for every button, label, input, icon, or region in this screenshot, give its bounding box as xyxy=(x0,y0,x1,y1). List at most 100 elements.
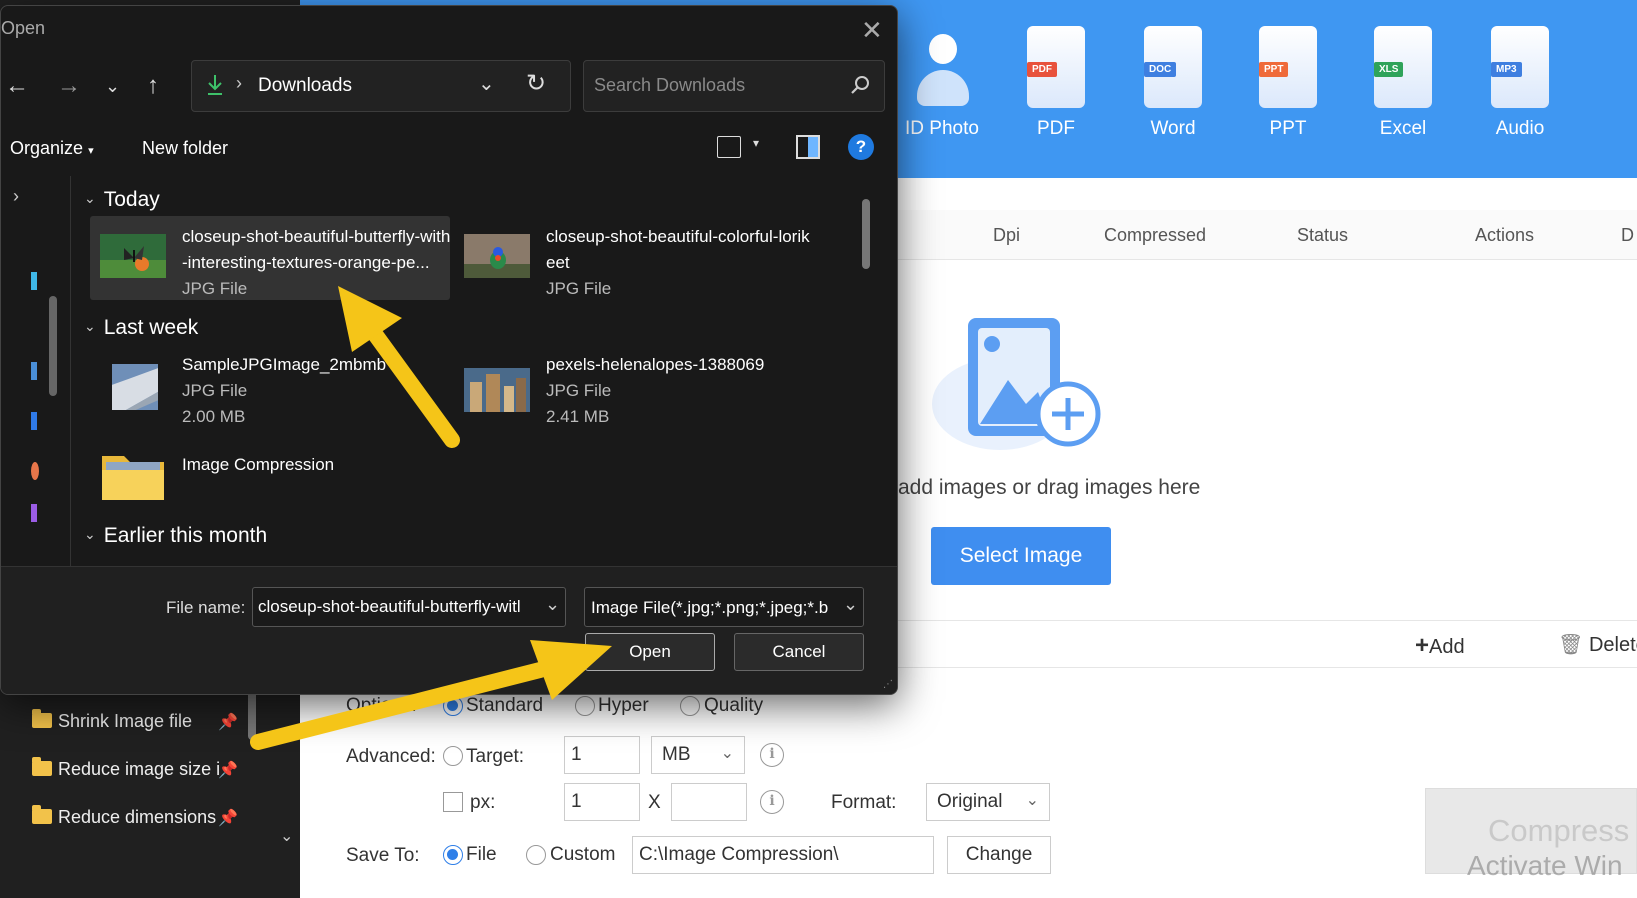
file-name-input[interactable] xyxy=(258,597,538,617)
change-view-icon[interactable] xyxy=(717,136,741,158)
tool-excel[interactable]: XLS Excel xyxy=(1348,26,1458,140)
folder-name: Image Compression xyxy=(182,455,335,474)
address-location[interactable]: Downloads xyxy=(258,75,352,97)
cancel-button[interactable]: Cancel xyxy=(734,633,864,671)
refresh-icon[interactable]: ↻ xyxy=(526,69,546,98)
add-button[interactable]: +Add xyxy=(1415,632,1465,660)
format-select[interactable]: Original ⌄ xyxy=(926,783,1050,821)
new-folder-button[interactable]: New folder xyxy=(142,138,228,159)
px-height-input[interactable] xyxy=(671,783,747,821)
folder-item[interactable]: Image Compression xyxy=(90,444,450,514)
navigation-pane: › xyxy=(1,176,71,566)
id-photo-icon xyxy=(913,26,971,108)
file-size: 2.41 MB xyxy=(546,407,610,426)
nav-item-icon[interactable] xyxy=(31,362,37,380)
standard-label: Standard xyxy=(466,695,544,716)
group-header-earlier-this-month[interactable]: ⌄ Earlier this month xyxy=(84,524,267,548)
select-image-button[interactable]: Select Image xyxy=(931,527,1111,585)
file-name-label: File name: xyxy=(166,598,246,617)
wing-thumbnail xyxy=(112,364,158,410)
file-name: SampleJPGImage_2mbmb JPG File 2.00 MB xyxy=(182,352,452,430)
quick-access-label: Reduce dimensions xyxy=(58,807,217,827)
unit-select[interactable]: MB ⌄ xyxy=(651,736,745,774)
file-item[interactable]: SampleJPGImage_2mbmb JPG File 2.00 MB xyxy=(90,344,450,434)
column-header-actions: Actions xyxy=(1475,225,1535,245)
pin-icon: 📌 xyxy=(218,714,238,731)
quick-access-item[interactable]: Shrink Image file xyxy=(32,709,193,732)
chevron-down-icon: ⌄ xyxy=(843,594,859,614)
add-image-icon[interactable] xyxy=(930,312,1105,457)
back-arrow-icon[interactable]: ← xyxy=(5,72,29,100)
tool-word[interactable]: DOC Word xyxy=(1118,26,1228,140)
px-width-input[interactable]: 1 xyxy=(564,783,640,821)
nav-item-icon[interactable] xyxy=(31,272,37,290)
chevron-right-icon[interactable]: › xyxy=(13,186,19,207)
save-custom-radio[interactable] xyxy=(526,845,546,865)
caret-down-icon[interactable]: ▾ xyxy=(753,136,759,150)
file-list-scrollbar[interactable] xyxy=(862,199,870,269)
px-checkbox[interactable] xyxy=(443,792,463,812)
close-icon[interactable]: ✕ xyxy=(861,15,883,46)
tool-id-photo[interactable]: ID Photo xyxy=(887,26,997,140)
tool-audio[interactable]: MP3 Audio xyxy=(1465,26,1575,140)
up-arrow-icon[interactable]: ↑ xyxy=(147,72,159,100)
target-radio[interactable] xyxy=(443,746,463,766)
target-size-input[interactable]: 1 xyxy=(564,736,640,774)
delete-button[interactable]: 🗑 Delete xyxy=(1558,632,1637,657)
download-icon xyxy=(208,75,222,95)
nav-item-icon[interactable] xyxy=(31,412,37,430)
recent-locations-chevron-icon[interactable]: ⌄ xyxy=(105,76,120,97)
info-icon[interactable]: i xyxy=(760,790,784,814)
file-item[interactable]: closeup-shot-beautiful-butterfly-with-in… xyxy=(90,216,450,300)
trash-icon: 🗑 xyxy=(1558,634,1584,656)
advanced-label: Advanced: xyxy=(346,746,436,767)
group-header-today[interactable]: ⌄ Today xyxy=(84,188,160,212)
forward-arrow-icon[interactable]: → xyxy=(57,72,81,100)
column-header-status: Status xyxy=(1297,225,1349,245)
column-header-d: D xyxy=(1621,225,1634,245)
nav-item-icon[interactable] xyxy=(31,504,37,522)
organize-menu[interactable]: Organize ▾ xyxy=(10,138,94,159)
standard-radio[interactable] xyxy=(443,696,463,716)
hyper-radio[interactable] xyxy=(575,696,595,716)
format-label: Format: xyxy=(831,792,897,813)
address-bar[interactable]: › Downloads ⌄ ↻ xyxy=(191,60,571,112)
info-icon[interactable]: i xyxy=(760,743,784,767)
change-path-button[interactable]: Change xyxy=(947,836,1051,874)
save-file-radio[interactable] xyxy=(443,845,463,865)
nav-pane-scrollbar[interactable] xyxy=(49,296,57,396)
open-button[interactable]: Open xyxy=(585,633,715,671)
unit-value: MB xyxy=(662,744,691,765)
save-custom-label: Custom xyxy=(550,844,616,865)
tool-pdf[interactable]: PDF PDF xyxy=(1001,26,1111,140)
group-header-last-week[interactable]: ⌄ Last week xyxy=(84,316,198,340)
open-file-dialog: Open ✕ ← → ⌄ ↑ › Downloads ⌄ ↻ Organize … xyxy=(0,5,898,695)
file-list: ⌄ Today closeup-shot-beautiful-butterfly-… xyxy=(72,176,897,566)
search-box[interactable] xyxy=(583,60,885,112)
nav-item-icon[interactable] xyxy=(31,462,39,480)
file-name: closeup-shot-beautiful-colorful-lorikeet… xyxy=(546,224,816,302)
chevron-down-icon[interactable]: ⌄ xyxy=(478,71,495,96)
help-icon[interactable]: ? xyxy=(848,134,874,160)
file-item[interactable]: closeup-shot-beautiful-colorful-lorikeet… xyxy=(454,216,814,300)
file-type-select[interactable]: Image File(*.jpg;*.png;*.jpeg;*.b ⌄ xyxy=(584,587,864,627)
quality-radio[interactable] xyxy=(680,696,700,716)
save-path-input[interactable]: C:\Image Compression\ xyxy=(632,836,934,874)
target-label: Target: xyxy=(466,746,525,767)
audio-icon: MP3 xyxy=(1491,26,1549,108)
file-type: JPG File xyxy=(182,279,248,298)
chevron-down-icon[interactable]: ⌄ xyxy=(545,594,560,615)
tool-ppt[interactable]: PPT PPT xyxy=(1233,26,1343,140)
quick-access-label: Shrink Image file xyxy=(58,711,193,731)
quick-access-item[interactable]: Reduce image size i xyxy=(32,757,220,780)
search-input[interactable] xyxy=(594,75,844,96)
resize-grip-icon[interactable]: ⋰ xyxy=(883,679,893,690)
file-name-combobox[interactable]: ⌄ xyxy=(252,587,566,627)
quick-access-item[interactable]: Reduce dimensions xyxy=(32,805,217,828)
folder-icon xyxy=(32,757,52,776)
preview-pane-icon[interactable] xyxy=(796,135,820,159)
px-x-separator: X xyxy=(648,792,661,813)
chevron-down-icon[interactable]: ⌄ xyxy=(280,826,293,846)
file-item[interactable]: pexels-helenalopes-1388069 JPG File 2.41… xyxy=(454,344,814,434)
search-icon[interactable] xyxy=(850,75,870,95)
